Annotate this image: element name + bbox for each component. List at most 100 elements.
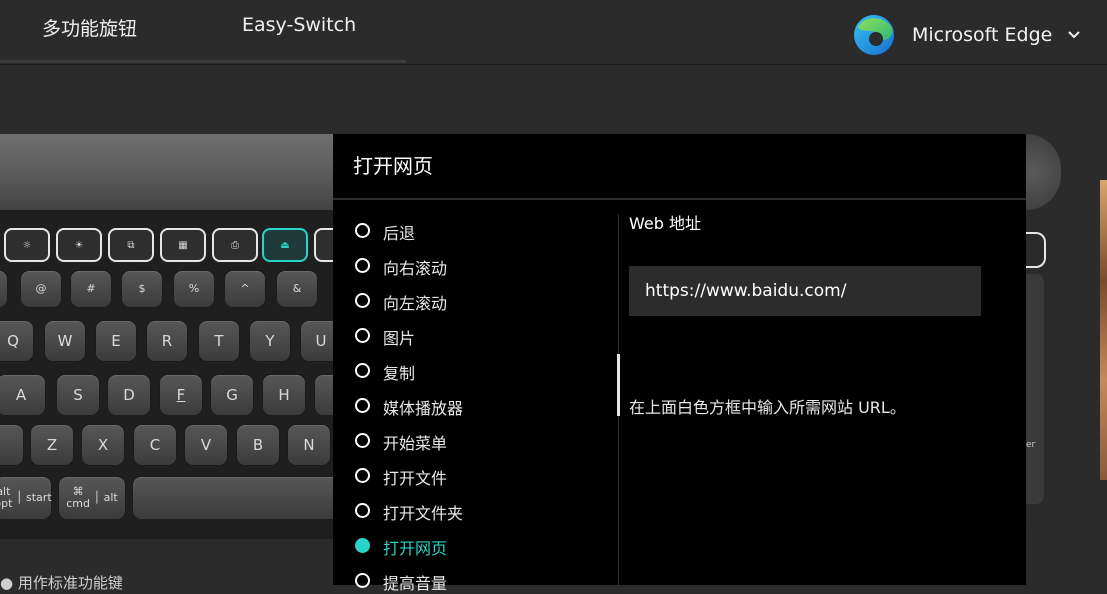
tab-underline xyxy=(0,60,406,63)
key-y[interactable]: Y xyxy=(249,320,291,362)
option-label: 图片 xyxy=(383,329,416,348)
option-start-menu[interactable]: 开始菜单 xyxy=(355,430,595,454)
key-2-label: @ xyxy=(35,281,47,295)
key-c-label: C xyxy=(149,435,161,454)
option-copy[interactable]: 复制 xyxy=(355,360,595,384)
option-scroll-right[interactable]: 向右滚动 xyxy=(355,255,595,279)
radio-icon xyxy=(355,468,370,483)
key-shift-partial[interactable] xyxy=(0,424,24,466)
key-a-label: A xyxy=(15,385,27,404)
key-6[interactable]: ^ xyxy=(224,270,266,308)
fkey-f2[interactable]: ☀ xyxy=(56,228,102,262)
app-selector-label: Microsoft Edge xyxy=(912,24,1053,46)
radio-icon xyxy=(355,363,370,378)
radio-icon xyxy=(355,433,370,448)
option-label: 复制 xyxy=(383,364,416,383)
key-w-label: W xyxy=(57,331,73,350)
option-label: 媒体播放器 xyxy=(383,399,464,418)
key-3-label: # xyxy=(86,281,96,295)
key-t[interactable]: T xyxy=(198,320,240,362)
option-open-webpage-selected[interactable]: 打开网页 xyxy=(355,535,595,559)
key-w[interactable]: W xyxy=(44,320,86,362)
key-g[interactable]: G xyxy=(210,374,254,416)
tab-multifunction-knob[interactable]: 多功能旋钮 xyxy=(42,14,137,41)
key-d[interactable]: D xyxy=(107,374,151,416)
key-7[interactable]: & xyxy=(276,270,318,308)
fkey-f5[interactable]: ⎙ xyxy=(212,228,258,262)
key-1-partial[interactable] xyxy=(0,270,8,308)
key-x-label: X xyxy=(97,435,109,454)
brightness-up-icon: ☀ xyxy=(74,239,84,251)
key-q-label: Q xyxy=(7,331,19,350)
key-c[interactable]: C xyxy=(133,424,177,466)
key-b[interactable]: B xyxy=(236,424,280,466)
fkey-f4[interactable]: ▦ xyxy=(160,228,206,262)
key-right-partial[interactable] xyxy=(1026,232,1046,268)
app-selector-dropdown[interactable]: Microsoft Edge xyxy=(852,12,1092,56)
key-z[interactable]: Z xyxy=(30,424,74,466)
key-e[interactable]: E xyxy=(95,320,137,362)
key-f-label: F xyxy=(176,385,186,404)
option-volume-up[interactable]: 提高音量 xyxy=(355,570,595,594)
option-open-folder[interactable]: 打开文件夹 xyxy=(355,500,595,524)
radio-icon xyxy=(355,503,370,518)
standard-fkeys-option-partial[interactable]: ● 用作标准功能键 xyxy=(0,572,123,593)
fkey-f1[interactable]: ☼ xyxy=(4,228,50,262)
brightness-down-icon: ☼ xyxy=(22,239,32,251)
eject-icon: ⏏ xyxy=(280,239,290,251)
option-label: 向左滚动 xyxy=(383,294,448,313)
key-alt-label: alt xyxy=(103,490,118,504)
option-scroll-left[interactable]: 向左滚动 xyxy=(355,290,595,314)
key-start-label: start xyxy=(26,490,52,504)
option-label: 提高音量 xyxy=(383,574,448,593)
key-x[interactable]: X xyxy=(81,424,125,466)
key-f[interactable]: F xyxy=(159,374,203,416)
key-alt-opt-start[interactable]: alt opt │ start xyxy=(0,476,52,520)
key-4-label: $ xyxy=(138,281,146,295)
radio-icon xyxy=(355,223,370,238)
key-a[interactable]: A xyxy=(0,374,46,416)
key-5[interactable]: % xyxy=(173,270,215,308)
web-address-input[interactable] xyxy=(629,266,981,316)
key-z-label: Z xyxy=(46,435,58,454)
option-pictures[interactable]: 图片 xyxy=(355,325,595,349)
radio-icon xyxy=(355,258,370,273)
option-open-file[interactable]: 打开文件 xyxy=(355,465,595,489)
enter-key-label-partial: er xyxy=(1026,440,1036,450)
key-s[interactable]: S xyxy=(56,374,100,416)
radio-icon xyxy=(355,398,370,413)
key-4[interactable]: $ xyxy=(121,270,163,308)
key-v[interactable]: V xyxy=(184,424,228,466)
chevron-down-icon xyxy=(1068,31,1080,39)
panel-divider xyxy=(333,198,1026,200)
option-label: 打开网页 xyxy=(383,539,448,558)
key-g-label: G xyxy=(226,385,238,404)
bottom-note-label: 用作标准功能键 xyxy=(17,574,123,592)
key-2[interactable]: @ xyxy=(20,270,62,308)
fkey-f6-highlighted[interactable]: ⏏ xyxy=(262,228,308,262)
radio-selected-icon xyxy=(355,538,370,553)
tab-easy-switch[interactable]: Easy-Switch xyxy=(242,14,356,36)
fkey-f3[interactable]: ⧉ xyxy=(108,228,154,262)
key-q[interactable]: Q xyxy=(0,320,34,362)
action-panel: 打开网页 后退 向右滚动 向左滚动 图片 复制 媒体播放器 开始菜单 打开文件 … xyxy=(333,134,1026,593)
key-space[interactable] xyxy=(132,476,344,520)
key-5-label: % xyxy=(188,281,200,295)
key-7-label: & xyxy=(292,281,302,295)
key-3[interactable]: # xyxy=(70,270,112,308)
key-d-label: D xyxy=(123,385,135,404)
key-6-label: ^ xyxy=(240,281,250,295)
option-media-player[interactable]: 媒体播放器 xyxy=(355,395,595,419)
key-cmd-alt[interactable]: ⌘ cmd │ alt xyxy=(58,476,126,520)
scroll-indicator[interactable] xyxy=(617,354,620,416)
key-n-label: N xyxy=(303,435,315,454)
key-r[interactable]: R xyxy=(146,320,188,362)
key-enter-partial[interactable] xyxy=(1026,274,1044,504)
key-u-label: U xyxy=(315,331,327,350)
key-h-label: H xyxy=(278,385,290,404)
keyboard-right-edge: er xyxy=(1026,134,1061,534)
key-h[interactable]: H xyxy=(262,374,306,416)
task-view-icon: ⧉ xyxy=(127,239,135,251)
option-back[interactable]: 后退 xyxy=(355,220,595,244)
key-n[interactable]: N xyxy=(287,424,331,466)
